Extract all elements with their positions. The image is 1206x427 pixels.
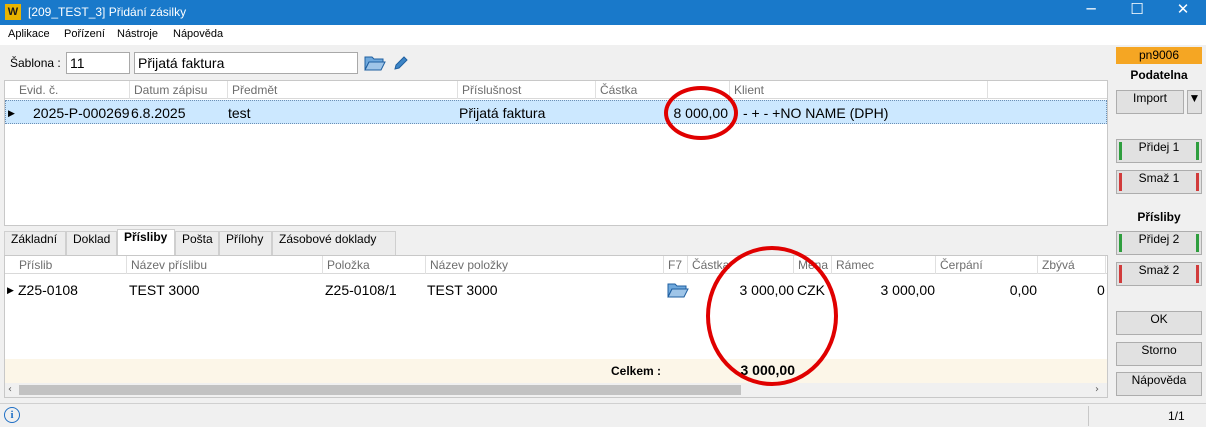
menu-aplikace[interactable]: Aplikace bbox=[8, 28, 50, 40]
col-evid[interactable]: Evid. č. bbox=[15, 81, 130, 99]
col-client[interactable]: Klient bbox=[730, 81, 988, 99]
status-divider bbox=[1088, 406, 1089, 426]
status-bar: i 1/1 bbox=[0, 403, 1206, 427]
cell-drawn: 0,00 bbox=[1009, 282, 1037, 298]
total-label: Celkem : bbox=[611, 364, 662, 378]
title-bar: W [209_TEST_3] Přidání zásilky ─ ☐ ✕ bbox=[0, 0, 1206, 25]
col-item-name[interactable]: Název položky bbox=[426, 256, 664, 274]
tab-zasobove-doklady[interactable]: Zásobové doklady bbox=[272, 231, 396, 255]
cell-belonging: Přijatá faktura bbox=[459, 105, 546, 121]
add-1-label: Přidej 1 bbox=[1138, 140, 1180, 154]
delete-1-button[interactable]: Smaž 1 bbox=[1116, 170, 1202, 194]
tab-doklad[interactable]: Doklad bbox=[66, 231, 117, 255]
cell-item-name: TEST 3000 bbox=[427, 282, 498, 298]
row-pointer-icon: ▶ bbox=[8, 108, 15, 118]
col-item[interactable]: Položka bbox=[323, 256, 426, 274]
cell-subject: test bbox=[228, 105, 251, 121]
annotation-circle bbox=[664, 86, 738, 140]
col-frame[interactable]: Rámec bbox=[832, 256, 936, 274]
user-badge: pn9006 bbox=[1116, 47, 1202, 64]
cell-evid: 2025-P-000269 bbox=[33, 105, 130, 121]
template-number-input[interactable]: 11 bbox=[66, 52, 130, 74]
scroll-right-icon[interactable]: › bbox=[1095, 384, 1099, 395]
section-prisliby: Přísliby bbox=[1137, 210, 1181, 224]
section-podatelna: Podatelna bbox=[1130, 68, 1188, 82]
documents-grid-header: Evid. č. Datum zápisu Předmět Příslušnos… bbox=[5, 81, 1107, 99]
import-dropdown-icon[interactable]: ▼ bbox=[1187, 90, 1202, 114]
edit-pencil-icon[interactable] bbox=[392, 54, 410, 72]
annotation-circle bbox=[706, 246, 838, 386]
col-promise-name[interactable]: Název příslibu bbox=[127, 256, 323, 274]
cell-item: Z25-0108/1 bbox=[325, 282, 397, 298]
tab-prisliby[interactable]: Přísliby bbox=[117, 229, 175, 255]
cell-promise: Z25-0108 bbox=[18, 282, 78, 298]
info-icon[interactable]: i bbox=[4, 407, 20, 423]
template-label: Šablona : bbox=[10, 56, 61, 70]
col-date[interactable]: Datum zápisu bbox=[130, 81, 228, 99]
table-row[interactable]: ▶ 2025-P-000269 6.8.2025 test Přijatá fa… bbox=[5, 100, 1107, 124]
menu-napoveda[interactable]: Nápověda bbox=[173, 28, 223, 40]
horizontal-scrollbar[interactable]: ‹ › bbox=[5, 383, 1107, 397]
folder-open-icon[interactable] bbox=[667, 280, 689, 300]
col-promise[interactable]: Příslib bbox=[15, 256, 127, 274]
minimize-button[interactable]: ─ bbox=[1068, 0, 1114, 25]
tab-zakladni[interactable]: Základní bbox=[4, 231, 66, 255]
cell-promise-name: TEST 3000 bbox=[129, 282, 200, 298]
col-drawn[interactable]: Čerpání bbox=[936, 256, 1038, 274]
close-button[interactable]: ✕ bbox=[1160, 0, 1206, 25]
app-logo-icon: W bbox=[5, 4, 21, 20]
scroll-left-icon[interactable]: ‹ bbox=[8, 384, 12, 395]
cell-remaining: 0 bbox=[1097, 282, 1105, 298]
col-remaining[interactable]: Zbývá bbox=[1038, 256, 1106, 274]
row-pointer-icon: ▶ bbox=[7, 285, 14, 295]
cell-date: 6.8.2025 bbox=[131, 105, 186, 121]
menu-bar: Aplikace Pořízení Nástroje Nápověda bbox=[0, 25, 1206, 45]
maximize-button[interactable]: ☐ bbox=[1114, 0, 1160, 25]
add-1-button[interactable]: Přidej 1 bbox=[1116, 139, 1202, 163]
documents-grid: Evid. č. Datum zápisu Předmět Příslušnos… bbox=[4, 80, 1108, 226]
add-2-button[interactable]: Přidej 2 bbox=[1116, 231, 1202, 255]
delete-2-label: Smaž 2 bbox=[1138, 263, 1180, 277]
col-f7[interactable]: F7 bbox=[664, 256, 688, 274]
add-2-label: Přidej 2 bbox=[1138, 232, 1180, 246]
cancel-button[interactable]: Storno bbox=[1116, 342, 1202, 366]
delete-1-label: Smaž 1 bbox=[1138, 171, 1180, 185]
folder-open-icon[interactable] bbox=[364, 53, 386, 73]
col-subject[interactable]: Předmět bbox=[228, 81, 458, 99]
ok-button[interactable]: OK bbox=[1116, 311, 1202, 335]
cell-client: - + - +NO NAME (DPH) bbox=[743, 105, 889, 121]
totals-row: Celkem : 3 000,00 bbox=[5, 359, 1107, 383]
promises-grid-header: Příslib Název příslibu Položka Název pol… bbox=[5, 256, 1107, 274]
import-button[interactable]: Import bbox=[1116, 90, 1184, 114]
cell-frame: 3 000,00 bbox=[880, 282, 936, 298]
scrollbar-thumb[interactable] bbox=[19, 385, 741, 395]
template-name-input[interactable]: Přijatá faktura bbox=[134, 52, 358, 74]
promises-grid: Příslib Název příslibu Položka Název pol… bbox=[4, 255, 1108, 398]
table-row[interactable]: ▶ Z25-0108 TEST 3000 Z25-0108/1 TEST 300… bbox=[5, 278, 1107, 302]
col-belonging[interactable]: Příslušnost bbox=[458, 81, 596, 99]
tab-posta[interactable]: Pošta bbox=[175, 231, 219, 255]
window-title: [209_TEST_3] Přidání zásilky bbox=[28, 5, 187, 19]
page-indicator: 1/1 bbox=[1168, 409, 1185, 423]
tab-prilohy[interactable]: Přílohy bbox=[219, 231, 272, 255]
menu-nastroje[interactable]: Nástroje bbox=[117, 28, 158, 40]
detail-tabs: Základní Doklad Přísliby Pošta Přílohy Z… bbox=[4, 229, 1108, 255]
help-button[interactable]: Nápověda bbox=[1116, 372, 1202, 396]
menu-porizeni[interactable]: Pořízení bbox=[64, 28, 105, 40]
delete-2-button[interactable]: Smaž 2 bbox=[1116, 262, 1202, 286]
